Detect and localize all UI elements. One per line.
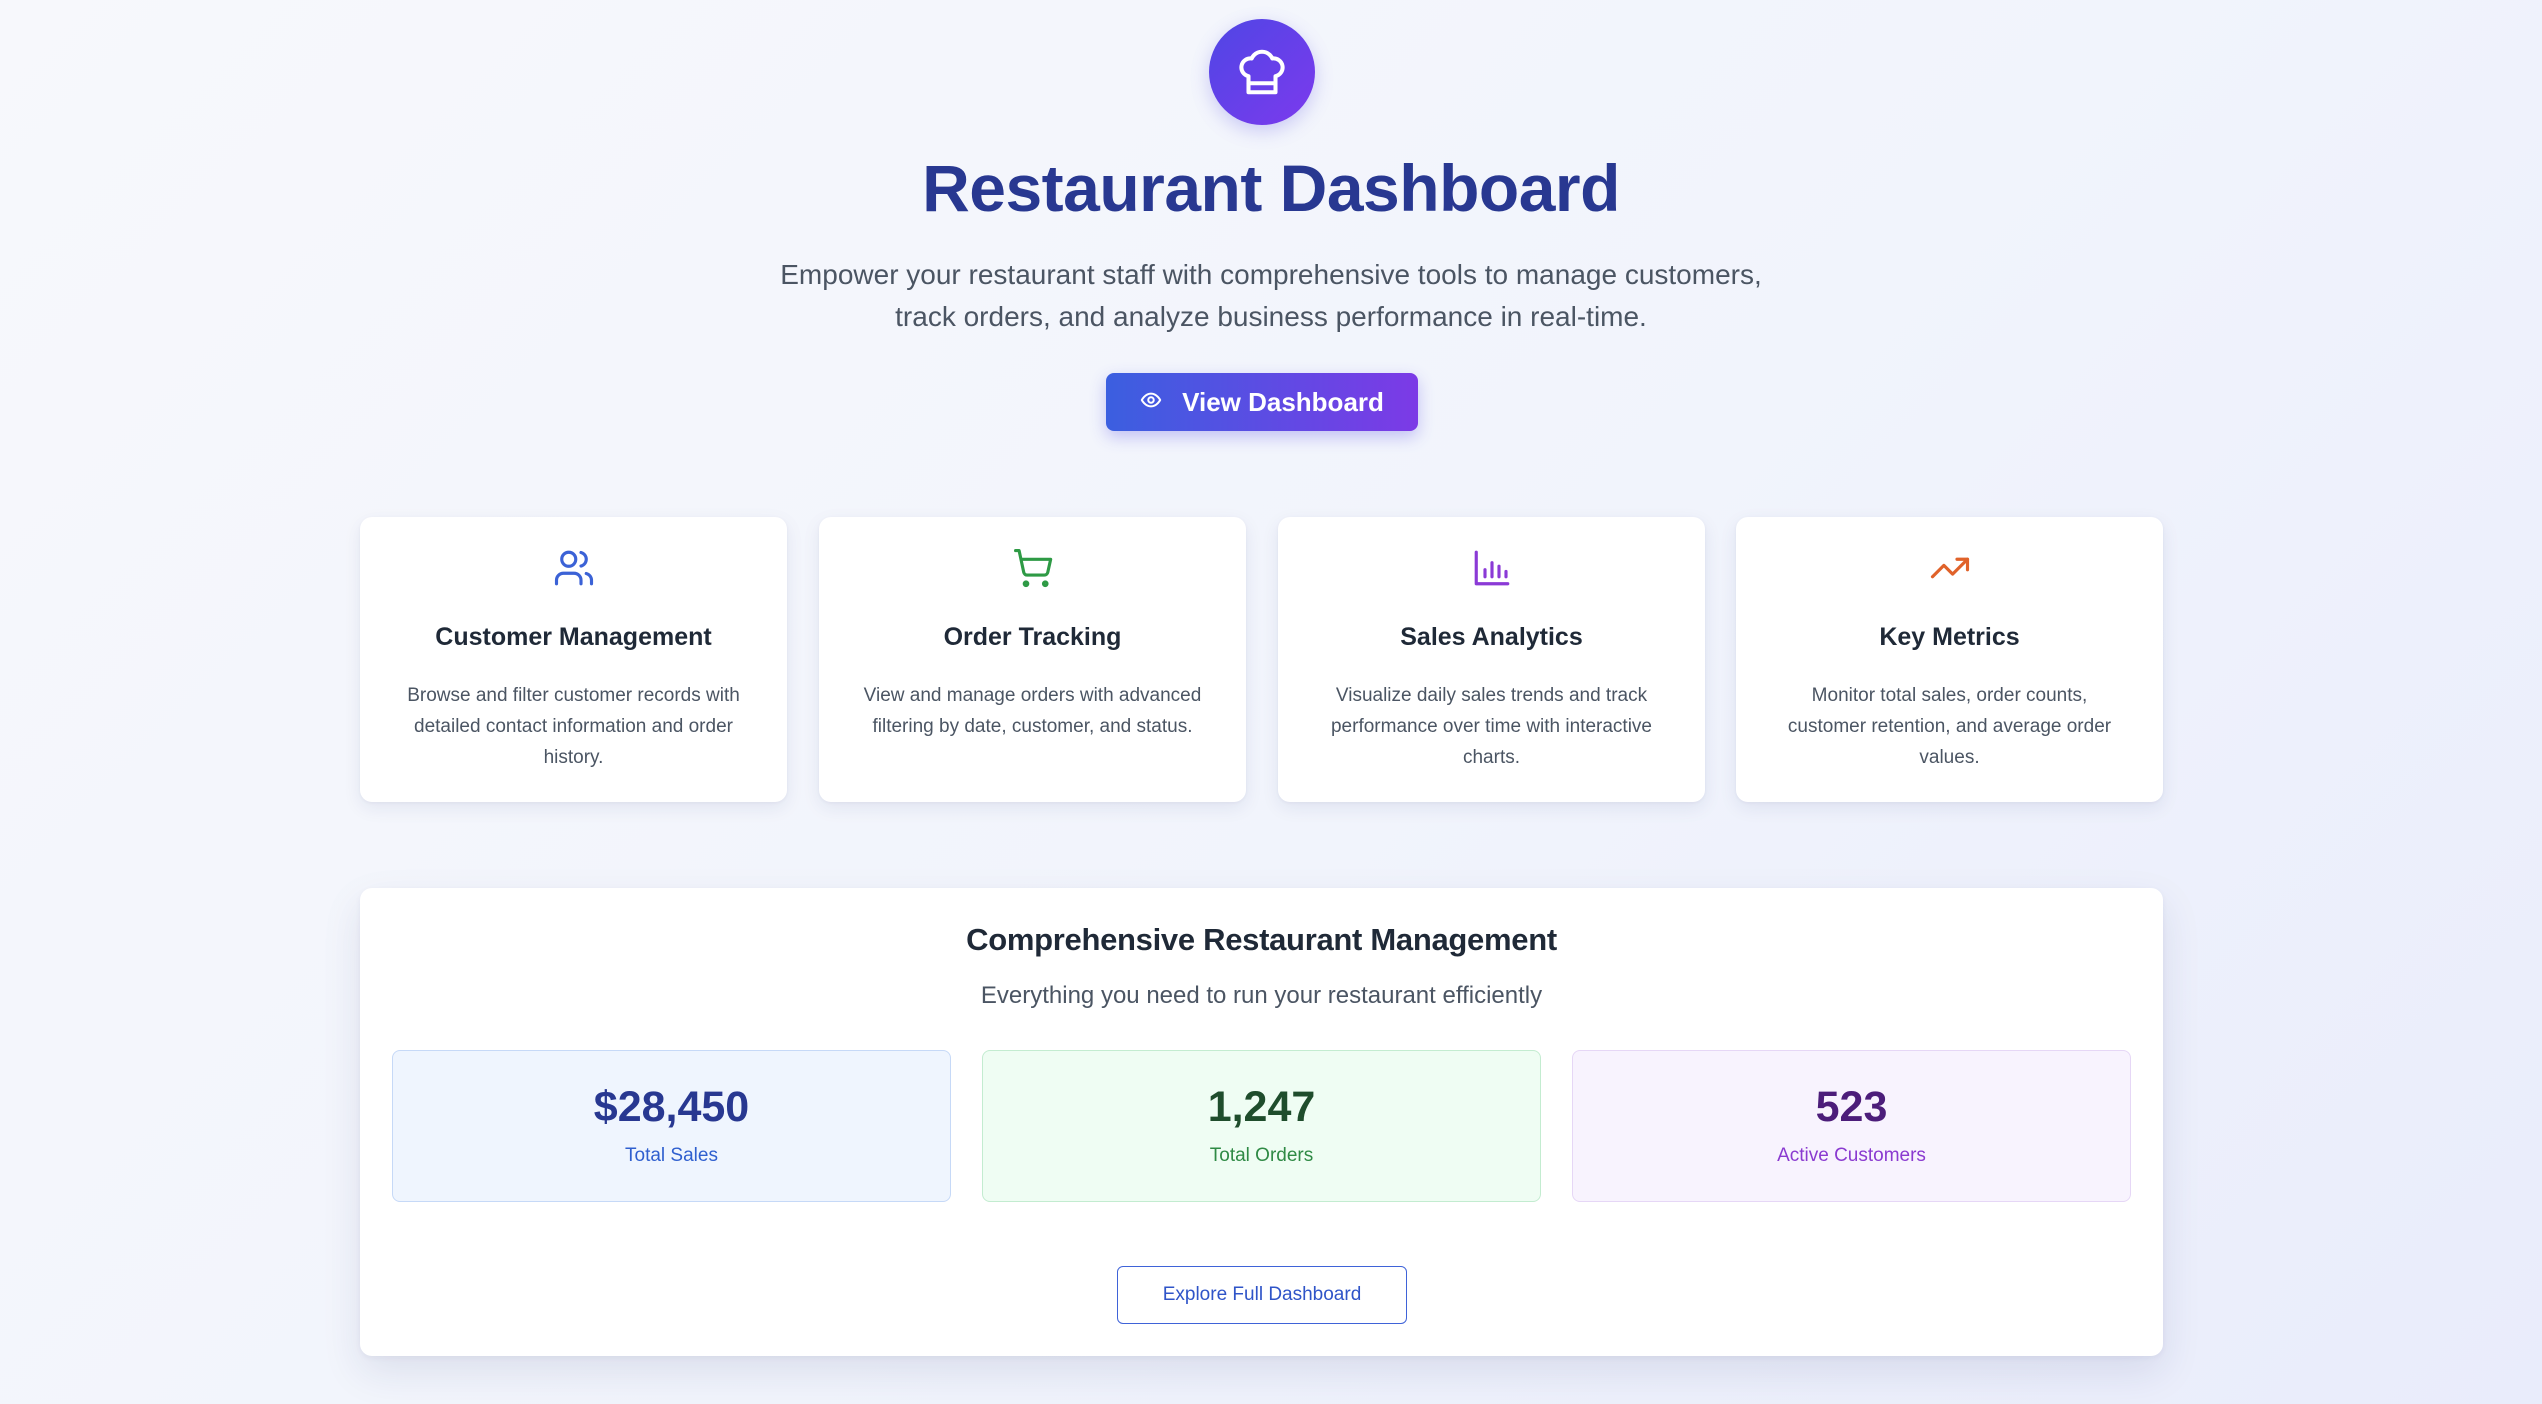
feature-title: Order Tracking bbox=[943, 623, 1122, 651]
explore-full-dashboard-button[interactable]: Explore Full Dashboard bbox=[1117, 1266, 1407, 1324]
stat-value: 523 bbox=[1815, 1083, 1888, 1131]
view-dashboard-label: View Dashboard bbox=[1182, 386, 1384, 417]
feature-card-key-metrics: Key Metrics Monitor total sales, order c… bbox=[1736, 517, 2163, 802]
eye-icon bbox=[1140, 387, 1162, 418]
stat-label: Total Orders bbox=[1209, 1145, 1314, 1166]
overview-title: Comprehensive Restaurant Management bbox=[966, 922, 1557, 957]
feature-description: Visualize daily sales trends and track p… bbox=[1330, 685, 1652, 768]
stat-label: Active Customers bbox=[1777, 1145, 1926, 1166]
overview-panel: Comprehensive Restaurant Management Ever… bbox=[360, 888, 2163, 1356]
feature-title: Customer Management bbox=[435, 623, 712, 651]
feature-title: Key Metrics bbox=[1879, 623, 2020, 651]
view-dashboard-button[interactable]: View Dashboard bbox=[1106, 373, 1418, 431]
stat-card-total-orders: 1,247 Total Orders bbox=[982, 1050, 1541, 1202]
stat-card-active-customers: 523 Active Customers bbox=[1572, 1050, 2131, 1202]
hero-subtitle: Empower your restaurant staff with compr… bbox=[780, 259, 1762, 332]
feature-card-order-tracking: Order Tracking View and manage orders wi… bbox=[819, 517, 1246, 802]
bar-chart-icon bbox=[1278, 547, 1705, 589]
stat-card-total-sales: $28,450 Total Sales bbox=[392, 1050, 951, 1202]
shopping-cart-icon bbox=[819, 547, 1246, 589]
feature-card-sales-analytics: Sales Analytics Visualize daily sales tr… bbox=[1278, 517, 1705, 802]
feature-description: Browse and filter customer records with … bbox=[407, 685, 740, 768]
users-icon bbox=[360, 547, 787, 589]
feature-description: Monitor total sales, order counts, custo… bbox=[1787, 685, 2112, 768]
stat-value: $28,450 bbox=[593, 1083, 750, 1131]
page-title: Restaurant Dashboard bbox=[922, 151, 1620, 225]
feature-card-customer-management: Customer Management Browse and filter cu… bbox=[360, 517, 787, 802]
feature-description: View and manage orders with advanced fil… bbox=[863, 685, 1202, 737]
feature-title: Sales Analytics bbox=[1400, 623, 1583, 651]
feature-cards: Customer Management Browse and filter cu… bbox=[360, 517, 2163, 802]
stat-label: Total Sales bbox=[625, 1145, 718, 1166]
overview-subtitle: Everything you need to run your restaura… bbox=[980, 982, 1543, 1009]
chef-hat-icon bbox=[1209, 19, 1315, 125]
stat-value: 1,247 bbox=[1207, 1083, 1316, 1131]
trending-up-icon bbox=[1736, 547, 2163, 589]
